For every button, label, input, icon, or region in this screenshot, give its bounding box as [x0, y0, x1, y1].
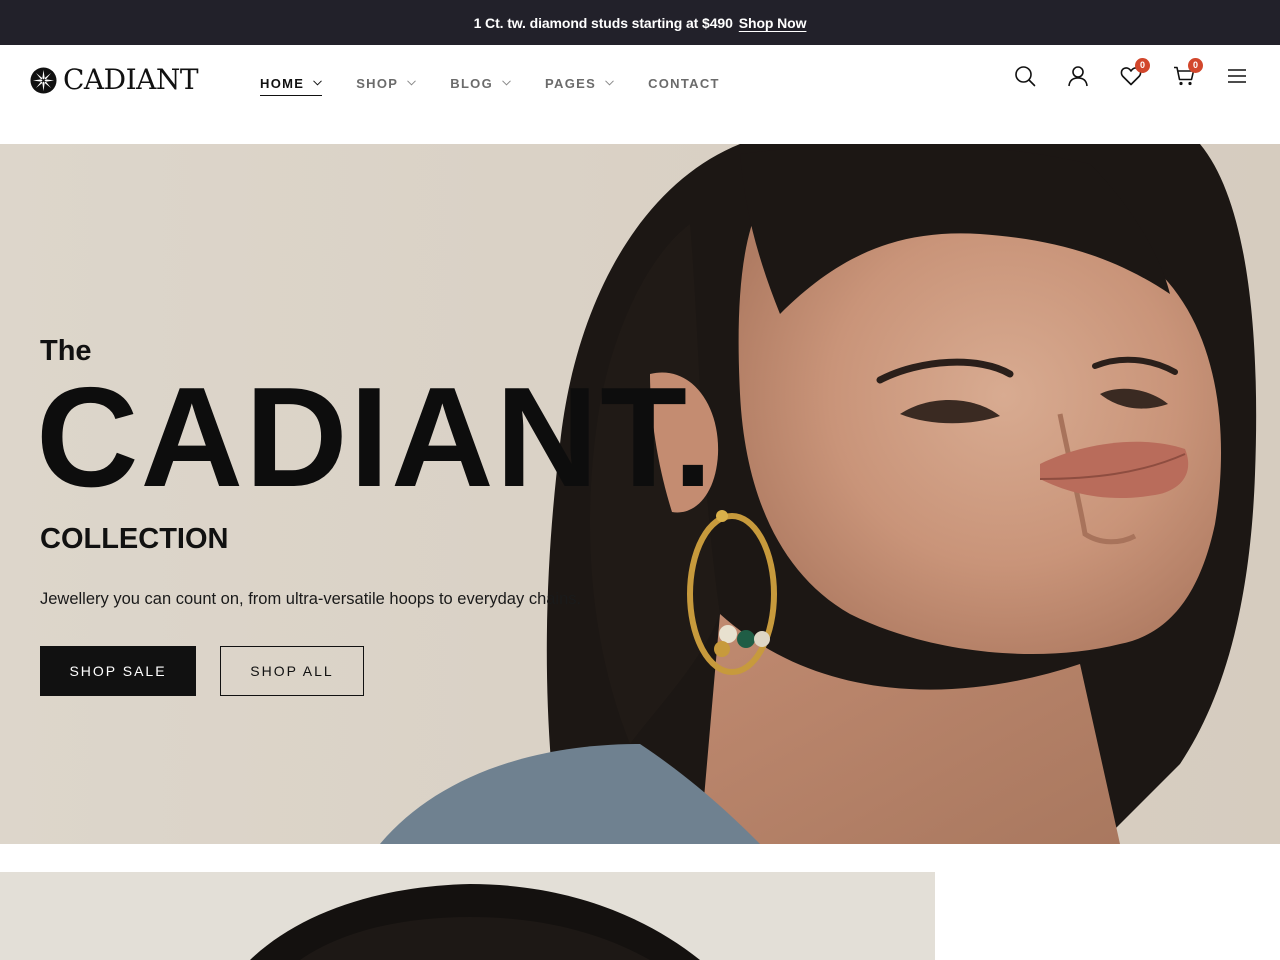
chevron-down-icon: [407, 80, 417, 86]
hero-cta-group: SHOP SALE SHOP ALL: [40, 646, 364, 696]
nav-item-blog[interactable]: BLOG: [450, 72, 511, 94]
nav-item-shop[interactable]: SHOP: [356, 72, 417, 94]
user-icon: [1068, 66, 1088, 87]
collection-preview-image: [0, 872, 935, 960]
search-button[interactable]: [1014, 65, 1036, 87]
search-icon: [1015, 66, 1036, 87]
chevron-down-icon: [605, 80, 614, 86]
nav-item-pages[interactable]: PAGES: [545, 72, 614, 94]
nav-item-label: CONTACT: [648, 75, 720, 91]
nav-item-label: PAGES: [545, 75, 597, 91]
main-nav: HOME SHOP BLOG PAGES CONTACT: [260, 72, 754, 96]
logo[interactable]: CADIANT: [30, 63, 199, 96]
cart-count-badge: 0: [1188, 58, 1203, 73]
hero-title: CADIANT.: [36, 358, 715, 517]
wishlist-button[interactable]: 0: [1120, 58, 1150, 87]
announcement-bar: 1 Ct. tw. diamond studs starting at $490…: [0, 0, 1280, 45]
announcement-message: 1 Ct. tw. diamond studs starting at $490: [473, 14, 733, 31]
hero-banner: The CADIANT. COLLECTION Jewellery you ca…: [0, 144, 1280, 844]
nav-item-home[interactable]: HOME: [260, 72, 323, 96]
account-button[interactable]: [1067, 65, 1089, 87]
logo-star-icon: [30, 66, 57, 94]
chevron-down-icon: [313, 80, 323, 86]
nav-item-label: SHOP: [356, 75, 399, 91]
model-hair-image: [0, 872, 935, 960]
wishlist-count-badge: 0: [1135, 58, 1150, 73]
hamburger-menu-icon: [1228, 69, 1246, 83]
nav-item-label: BLOG: [450, 75, 494, 91]
site-header: CADIANT HOME SHOP BLOG PAGES CONTACT 0 0: [0, 45, 1280, 144]
nav-item-label: HOME: [260, 75, 305, 91]
hero-description: Jewellery you can count on, from ultra-v…: [40, 590, 582, 608]
cart-button[interactable]: 0: [1173, 58, 1203, 87]
logo-text: CADIANT: [63, 63, 199, 96]
menu-button[interactable]: [1226, 65, 1248, 87]
announcement-shop-now-link[interactable]: Shop Now: [739, 15, 807, 31]
hero-subtitle: COLLECTION: [40, 523, 229, 555]
shop-sale-button[interactable]: SHOP SALE: [40, 646, 196, 696]
nav-item-contact[interactable]: CONTACT: [648, 72, 720, 94]
hero-copy: The CADIANT. COLLECTION Jewellery you ca…: [36, 334, 740, 610]
header-icons: 0 0: [983, 58, 1248, 87]
shop-all-button[interactable]: SHOP ALL: [220, 646, 364, 696]
chevron-down-icon: [502, 80, 511, 86]
